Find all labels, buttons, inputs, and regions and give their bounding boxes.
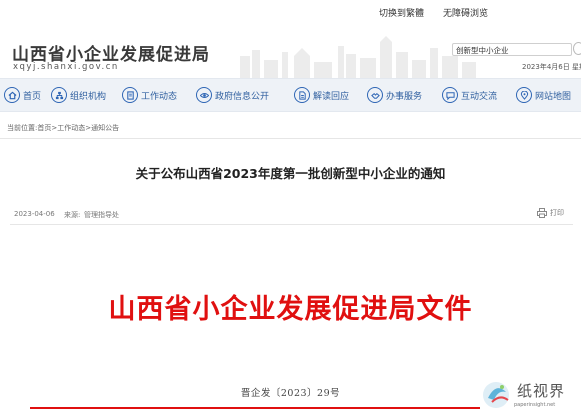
- top-utility-bar: 切换到繁體 无障碍浏览: [0, 0, 581, 22]
- divider: [10, 224, 573, 225]
- handshake-icon: [367, 87, 383, 103]
- home-icon: [4, 87, 20, 103]
- nav-item-interpretation[interactable]: 解读回应: [294, 85, 349, 105]
- chat-icon: [442, 87, 458, 103]
- main-nav: 首页 组织机构 工作动态 政府信息公开 解读回应 办事服务 互动交流 网站地图: [0, 78, 581, 112]
- nav-item-label: 网站地图: [535, 91, 572, 102]
- accessible-browsing-link[interactable]: 无障碍浏览: [443, 6, 488, 19]
- source-label: 来源:: [64, 211, 81, 219]
- skyline-decoration: [240, 36, 476, 78]
- print-label: 打印: [550, 209, 564, 217]
- nav-item-label: 办事服务: [386, 91, 423, 102]
- article-title: 关于公布山西省2023年度第一批创新型中小企业的通知: [135, 166, 446, 181]
- eye-icon: [196, 87, 212, 103]
- nav-item-organization[interactable]: 组织机构: [51, 85, 106, 105]
- news-icon: [122, 87, 138, 103]
- document-icon: [294, 87, 310, 103]
- search-input[interactable]: 创新型中小企业: [452, 43, 572, 56]
- nav-item-label: 解读回应: [313, 91, 350, 102]
- traditional-chinese-link[interactable]: 切换到繁體: [379, 6, 424, 19]
- nav-item-work-news[interactable]: 工作动态: [122, 85, 177, 105]
- nav-item-label: 政府信息公开: [215, 91, 270, 102]
- divider: [0, 138, 581, 139]
- map-pin-icon: [516, 87, 532, 103]
- article-source: 管理指导处: [84, 211, 119, 219]
- nav-item-interaction[interactable]: 互动交流: [442, 85, 497, 105]
- nav-item-gov-info[interactable]: 政府信息公开: [196, 85, 269, 105]
- nav-item-label: 首页: [23, 91, 42, 102]
- site-header: 山西省小企业发展促进局 xqyj.shanxi.gov.cn 创新型中小企业 2…: [0, 22, 581, 78]
- nav-item-label: 组织机构: [70, 91, 107, 102]
- watermark-text: 纸视界: [517, 382, 566, 400]
- document-red-header: 山西省小企业发展促进局文件: [108, 294, 473, 325]
- nav-item-services[interactable]: 办事服务: [367, 85, 422, 105]
- printer-icon: [537, 208, 547, 218]
- breadcrumb[interactable]: 当前位置:首页>工作动态>通知公告: [7, 123, 119, 133]
- current-date: 2023年4月6日 星期: [522, 63, 581, 71]
- nav-item-label: 工作动态: [141, 91, 178, 102]
- watermark-url: paperinsight.net: [514, 402, 556, 408]
- red-separator-line: [30, 407, 480, 409]
- nav-item-label: 互动交流: [461, 91, 498, 102]
- org-icon: [51, 87, 67, 103]
- site-domain: xqyj.shanxi.gov.cn: [13, 62, 119, 72]
- search-button[interactable]: [573, 42, 581, 55]
- nav-item-sitemap[interactable]: 网站地图: [516, 85, 571, 105]
- print-button[interactable]: 打印: [537, 208, 564, 218]
- nav-item-home[interactable]: 首页: [4, 85, 41, 105]
- article-date: 2023-04-06: [14, 210, 55, 218]
